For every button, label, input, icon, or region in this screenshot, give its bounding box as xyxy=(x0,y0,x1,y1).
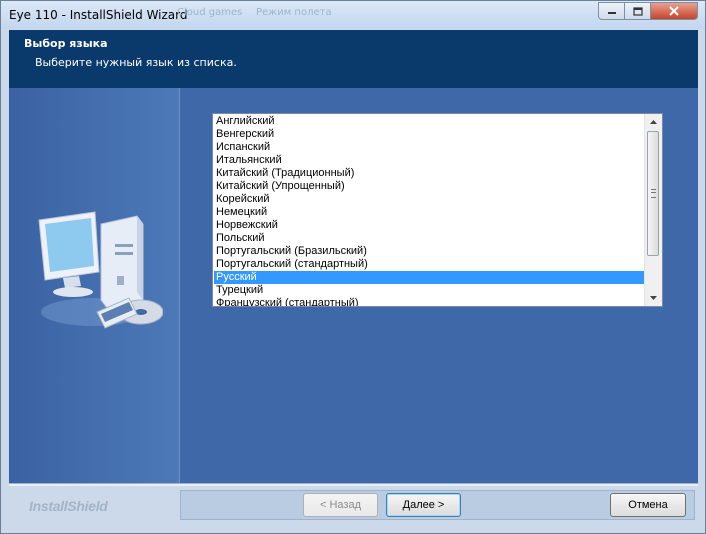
background-tab-text: Cloud games xyxy=(177,7,243,18)
maximize-icon xyxy=(632,6,643,16)
arrow-down-icon xyxy=(650,296,657,300)
language-option[interactable]: Корейский xyxy=(214,193,644,206)
language-listbox[interactable]: Английский Венгерский Испанский Итальянский… xyxy=(212,113,663,307)
installshield-window: Eye 110 - InstallShield Wizard Cloud gam… xyxy=(0,0,706,534)
language-option[interactable]: Португальский (стандартный) xyxy=(214,258,644,271)
panel-divider xyxy=(179,88,180,483)
grip-icon xyxy=(651,189,656,198)
scroll-up-button[interactable] xyxy=(645,114,662,130)
language-option[interactable]: Итальянский xyxy=(214,154,644,167)
language-option[interactable]: Португальский (Бразильский) xyxy=(214,245,644,258)
scroll-thumb[interactable] xyxy=(647,131,659,256)
vertical-scrollbar[interactable] xyxy=(644,114,662,306)
wizard-footer: InstallShield < Назад Далее > Отмена xyxy=(9,483,698,527)
language-option[interactable]: Русский xyxy=(214,271,644,284)
language-option[interactable]: Турецкий xyxy=(214,284,644,297)
language-option[interactable]: Испанский xyxy=(214,141,644,154)
language-option[interactable]: Польский xyxy=(214,232,644,245)
wizard-body: Английский Венгерский Испанский Итальянский… xyxy=(9,88,698,483)
title-bar[interactable]: Eye 110 - InstallShield Wizard Cloud gam… xyxy=(1,1,705,29)
page-subtitle: Выберите нужный язык из списка. xyxy=(35,56,237,69)
arrow-up-icon xyxy=(650,120,657,124)
language-option[interactable]: Китайский (Традиционный) xyxy=(214,167,644,180)
language-list: Английский Венгерский Испанский Итальянский… xyxy=(214,115,644,306)
scroll-down-button[interactable] xyxy=(645,290,662,306)
language-option[interactable]: Венгерский xyxy=(214,128,644,141)
language-option[interactable]: Норвежский xyxy=(214,219,644,232)
background-tab-text: Режим полета xyxy=(256,7,332,18)
side-panel xyxy=(9,88,179,483)
language-option[interactable]: Английский xyxy=(214,115,644,128)
footer-divider xyxy=(9,483,698,486)
page-title: Выбор языка xyxy=(24,37,108,50)
close-button[interactable] xyxy=(650,2,698,20)
back-button[interactable]: < Назад xyxy=(303,493,378,517)
close-icon xyxy=(669,6,679,16)
window-title: Eye 110 - InstallShield Wizard xyxy=(9,8,188,22)
language-option[interactable]: Китайский (Упрощенный) xyxy=(214,180,644,193)
language-option[interactable]: Немецкий xyxy=(214,206,644,219)
button-bar: < Назад Далее > Отмена xyxy=(180,490,695,520)
minimize-button[interactable] xyxy=(598,2,625,20)
language-option[interactable]: Французский (стандартный) xyxy=(214,297,644,306)
installshield-logo: InstallShield xyxy=(29,498,108,514)
wizard-header: Выбор языка Выберите нужный язык из спис… xyxy=(9,30,698,88)
minimize-icon xyxy=(607,12,616,14)
cancel-button[interactable]: Отмена xyxy=(610,493,686,517)
maximize-button[interactable] xyxy=(624,2,651,20)
computer-icon xyxy=(38,211,163,329)
next-button[interactable]: Далее > xyxy=(386,493,461,517)
